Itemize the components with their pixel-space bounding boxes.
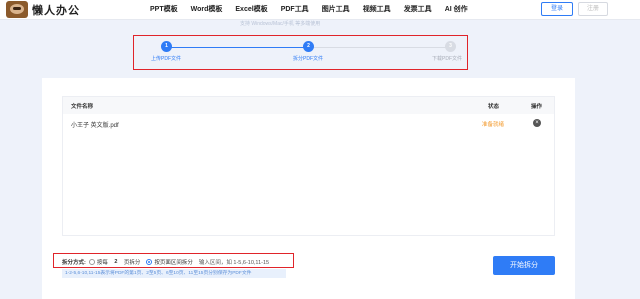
file-table: 文件名称 状态 操作 小王子 英文版.pdf 准备就绪 × (62, 96, 555, 236)
main-nav: PPT模板 Word模板 Excel模板 PDF工具 图片工具 视频工具 发票工… (150, 0, 481, 20)
file-status: 准备就绪 (482, 122, 505, 128)
step-2-circle: 2 (303, 41, 314, 52)
nav-invoice-tools[interactable]: 发票工具 (404, 0, 432, 20)
table-row: 小王子 英文版.pdf 准备就绪 × (63, 114, 554, 132)
nav-pdf-tools[interactable]: PDF工具 (281, 0, 309, 20)
top-header: 懒人办公 PPT模板 Word模板 Excel模板 PDF工具 图片工具 视频工… (0, 0, 640, 20)
progress-steps: 1 2 3 上传PDF文件 拆分PDF文件 下载PDF文件 (133, 35, 468, 70)
logo-text: 懒人办公 (32, 4, 80, 17)
nav-image-tools[interactable]: 图片工具 (322, 0, 350, 20)
column-header-status: 状态 (488, 104, 500, 110)
split-method-label: 拆分方式: (62, 260, 86, 266)
option1-suffix: 页拆分 (123, 260, 141, 266)
step-line-pending (308, 47, 450, 48)
split-options: 拆分方式: 按每 2 页拆分 按页面区间拆分 输入区间，如 1-5,6-10,1… (53, 253, 294, 268)
step-1-label: 上传PDF文件 (151, 56, 182, 62)
start-split-button[interactable]: 开始拆分 (493, 256, 555, 275)
file-name: 小王子 英文版.pdf (71, 123, 119, 129)
nav-excel-templates[interactable]: Excel模板 (235, 0, 267, 20)
step-2-label: 拆分PDF文件 (293, 56, 324, 62)
logo[interactable]: 懒人办公 (6, 1, 80, 18)
step-3-circle: 3 (445, 41, 456, 52)
subtitle-text: 支持 Windows/Mac/手机 等多端使用 (240, 21, 321, 27)
pages-per-file-input[interactable]: 2 (108, 259, 124, 265)
range-input[interactable]: 输入区间，如 1-5,6-10,11-15 (199, 258, 269, 266)
table-header: 文件名称 状态 操作 (63, 97, 554, 114)
step-1-circle: 1 (161, 41, 172, 52)
sloth-logo-icon (6, 1, 28, 18)
column-header-action: 操作 (531, 104, 543, 110)
nav-ppt-templates[interactable]: PPT模板 (150, 0, 178, 20)
column-header-name: 文件名称 (71, 104, 94, 110)
step-3-label: 下载PDF文件 (432, 56, 463, 62)
option1-prefix: 按每 (96, 260, 108, 266)
close-circle-icon[interactable]: × (533, 119, 541, 127)
step-line-done (166, 47, 308, 48)
radio-split-by-range[interactable] (146, 259, 153, 265)
range-hint-text: 1-2-5,6-10,11-15表示将PDF的第1页、2至5页、6至10页、11… (62, 269, 286, 278)
login-button[interactable]: 登录 (541, 2, 573, 16)
split-options-row: 拆分方式: 按每 2 页拆分 按页面区间拆分 输入区间，如 1-5,6-10,1… (62, 258, 269, 266)
radio-split-by-pages[interactable] (88, 259, 95, 265)
nav-video-tools[interactable]: 视频工具 (363, 0, 391, 20)
nav-word-templates[interactable]: Word模板 (191, 0, 223, 20)
register-button[interactable]: 注册 (578, 2, 608, 16)
nav-ai-create[interactable]: AI 创作 (445, 0, 468, 20)
option2-label: 按页面区间拆分 (154, 260, 193, 266)
